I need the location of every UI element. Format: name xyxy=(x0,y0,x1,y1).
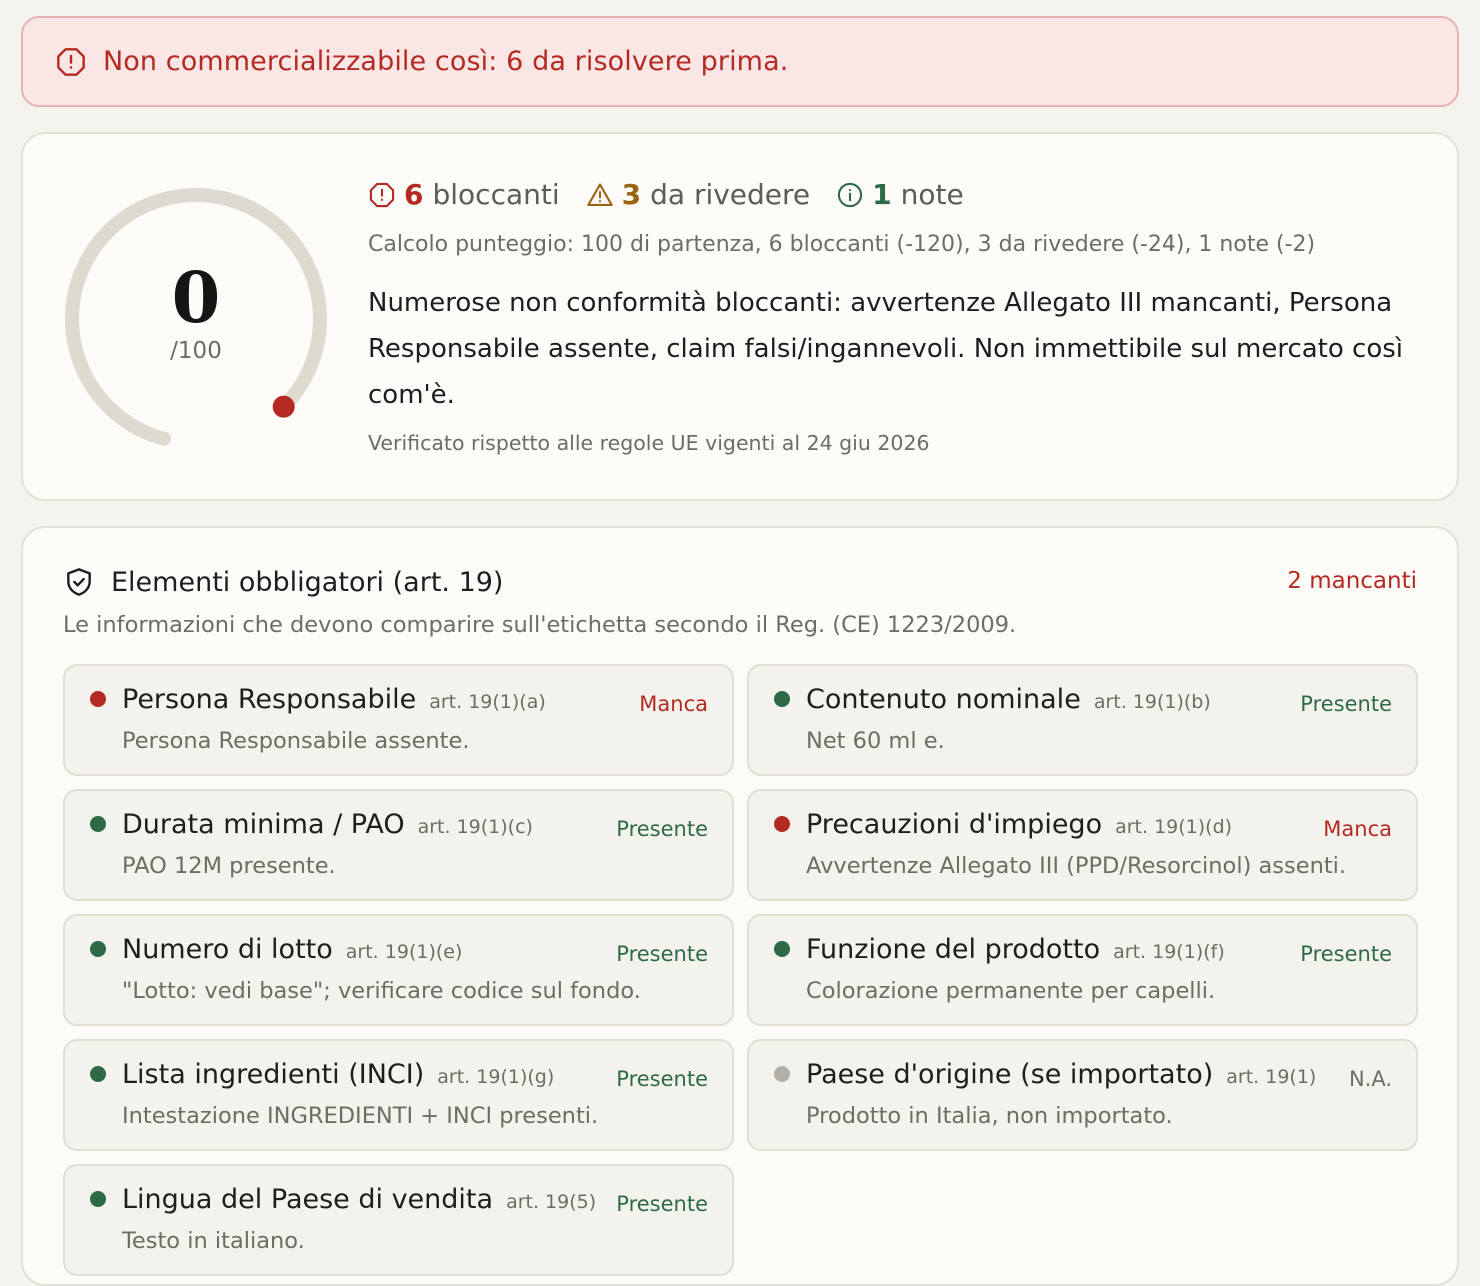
element-article: art. 19(1)(b) xyxy=(1093,691,1211,713)
mandatory-elements-card: Elementi obbligatori (art. 19) 2 mancant… xyxy=(21,526,1459,1286)
element-status: Presente xyxy=(1300,942,1392,966)
element-article: art. 19(5) xyxy=(506,1191,597,1213)
status-dot xyxy=(90,941,106,957)
status-dot xyxy=(774,816,790,832)
element-item: Contenuto nominale art. 19(1)(b) Presente N… xyxy=(747,664,1418,776)
shield-check-icon xyxy=(63,566,95,598)
status-dot xyxy=(90,1066,106,1082)
element-status: Presente xyxy=(616,1067,708,1091)
mandatory-elements-description: Le informazioni che devono comparire sul… xyxy=(63,612,1017,638)
element-item: Lingua del Paese di vendita art. 19(5) Pre… xyxy=(63,1164,734,1276)
element-name: Funzione del prodotto xyxy=(806,934,1101,965)
status-dot xyxy=(90,1191,106,1207)
element-status: Presente xyxy=(1300,692,1392,716)
element-detail: PAO 12M presente. xyxy=(122,853,336,879)
element-name: Lista ingredienti (INCI) xyxy=(122,1059,425,1090)
status-dot xyxy=(774,1066,790,1082)
element-status: N.A. xyxy=(1348,1067,1392,1091)
element-item: Numero di lotto art. 19(1)(e) Presente "Lot… xyxy=(63,914,734,1026)
element-article: art. 19(1)(f) xyxy=(1113,941,1225,963)
banner-text: Non commercializzabile così: 6 da risolv… xyxy=(103,46,789,77)
alert-octagon-icon xyxy=(368,181,396,209)
element-status: Manca xyxy=(1323,817,1392,841)
element-item-heading: Funzione del prodotto art. 19(1)(f) xyxy=(806,934,1225,965)
score-gauge: 0 /100 xyxy=(61,184,331,454)
score-value: 0 xyxy=(171,256,221,339)
notes-count-number: 1 xyxy=(872,178,892,211)
element-detail: Persona Responsabile assente. xyxy=(122,728,470,754)
element-name: Contenuto nominale xyxy=(806,684,1081,715)
status-dot xyxy=(90,816,106,832)
element-item-heading: Paese d'origine (se importato) art. 19(1) xyxy=(806,1059,1316,1090)
element-item-heading: Precauzioni d'impiego art. 19(1)(d) xyxy=(806,809,1232,840)
element-item: Paese d'origine (se importato) art. 19(1)… xyxy=(747,1039,1418,1151)
verification-note: Verificato rispetto alle regole UE vigen… xyxy=(368,431,930,455)
blocking-count-number: 6 xyxy=(404,178,424,211)
element-status: Manca xyxy=(639,692,708,716)
element-detail: Colorazione permanente per capelli. xyxy=(806,978,1216,1004)
review-count-number: 3 xyxy=(621,178,642,211)
blocking-count-label: bloccanti xyxy=(432,178,560,211)
notes-count: 1 note xyxy=(836,178,964,211)
warning-triangle-icon xyxy=(586,181,614,209)
status-dot xyxy=(774,941,790,957)
element-item: Persona Responsabile art. 19(1)(a) Manca Pe… xyxy=(63,664,734,776)
element-article: art. 19(1)(c) xyxy=(417,816,533,838)
issue-counts: 6 bloccanti 3 da rivedere 1 note xyxy=(368,178,990,211)
element-detail: Intestazione INGREDIENTI + INCI presenti… xyxy=(122,1103,599,1129)
element-item: Precauzioni d'impiego art. 19(1)(d) Manca A… xyxy=(747,789,1418,901)
element-name: Lingua del Paese di vendita xyxy=(122,1184,494,1215)
element-item-heading: Lingua del Paese di vendita art. 19(5) xyxy=(122,1184,596,1215)
element-item-heading: Contenuto nominale art. 19(1)(b) xyxy=(806,684,1211,715)
element-article: art. 19(1) xyxy=(1226,1066,1317,1088)
element-item-heading: Numero di lotto art. 19(1)(e) xyxy=(122,934,462,965)
status-dot xyxy=(774,691,790,707)
element-article: art. 19(1)(d) xyxy=(1115,816,1233,838)
element-name: Persona Responsabile xyxy=(122,684,417,715)
score-summary: Numerose non conformità bloccanti: avver… xyxy=(368,288,1404,410)
element-name: Numero di lotto xyxy=(122,934,333,965)
mandatory-elements-title: Elementi obbligatori (art. 19) xyxy=(111,566,504,598)
score-calculation: Calcolo punteggio: 100 di partenza, 6 bl… xyxy=(368,232,1316,257)
element-item: Lista ingredienti (INCI) art. 19(1)(g) Pre… xyxy=(63,1039,734,1151)
element-item-heading: Persona Responsabile art. 19(1)(a) xyxy=(122,684,546,715)
element-detail: "Lotto: vedi base"; verificare codice su… xyxy=(122,978,641,1004)
element-item-heading: Durata minima / PAO art. 19(1)(c) xyxy=(122,809,533,840)
element-article: art. 19(1)(g) xyxy=(437,1066,555,1088)
element-name: Durata minima / PAO xyxy=(122,809,405,840)
element-item: Funzione del prodotto art. 19(1)(f) Presen… xyxy=(747,914,1418,1026)
element-item: Durata minima / PAO art. 19(1)(c) Presente… xyxy=(63,789,734,901)
element-name: Precauzioni d'impiego xyxy=(806,809,1103,840)
element-item-heading: Lista ingredienti (INCI) art. 19(1)(g) xyxy=(122,1059,554,1090)
review-count: 3 da rivedere xyxy=(586,178,811,211)
score-card: 0 /100 6 bloccanti 3 da rivedere 1 note … xyxy=(21,132,1459,501)
info-circle-icon xyxy=(836,181,864,209)
blocking-count: 6 bloccanti xyxy=(368,178,560,211)
score-max: /100 xyxy=(170,338,222,364)
element-detail: Prodotto in Italia, non importato. xyxy=(806,1103,1173,1129)
status-dot xyxy=(90,691,106,707)
missing-count-badge: 2 mancanti xyxy=(1287,568,1417,594)
alert-octagon-icon xyxy=(55,46,87,78)
element-status: Presente xyxy=(616,942,708,966)
element-status: Presente xyxy=(616,817,708,841)
review-count-label: da rivedere xyxy=(650,178,811,211)
element-article: art. 19(1)(e) xyxy=(345,941,463,963)
notes-count-label: note xyxy=(900,178,964,211)
element-detail: Avvertenze Allegato III (PPD/Resorcinol)… xyxy=(806,853,1347,879)
element-detail: Testo in italiano. xyxy=(122,1228,305,1254)
element-article: art. 19(1)(a) xyxy=(429,691,546,713)
element-detail: Net 60 ml e. xyxy=(806,728,945,754)
mandatory-elements-header: Elementi obbligatori (art. 19) xyxy=(63,566,503,598)
element-name: Paese d'origine (se importato) xyxy=(806,1059,1214,1090)
element-status: Presente xyxy=(616,1192,708,1216)
unmarketable-alert-banner: Non commercializzabile così: 6 da risolv… xyxy=(21,16,1459,107)
